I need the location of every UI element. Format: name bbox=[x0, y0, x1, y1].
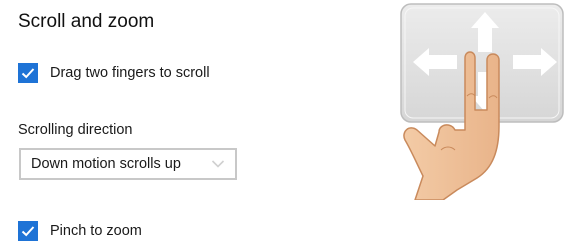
scrolling-direction-label: Scrolling direction bbox=[18, 122, 133, 138]
scroll-checkbox-row[interactable]: Drag two fingers to scroll bbox=[18, 63, 210, 83]
zoom-checkbox[interactable] bbox=[18, 221, 38, 241]
checkmark-icon bbox=[21, 68, 35, 79]
checkmark-icon bbox=[21, 226, 35, 237]
scroll-checkbox[interactable] bbox=[18, 63, 38, 83]
two-finger-touchpad-icon bbox=[400, 3, 564, 200]
scrolling-direction-value: Down motion scrolls up bbox=[31, 156, 181, 172]
zoom-checkbox-row[interactable]: Pinch to zoom bbox=[18, 221, 142, 241]
scroll-checkbox-label: Drag two fingers to scroll bbox=[50, 65, 210, 81]
zoom-checkbox-label: Pinch to zoom bbox=[50, 223, 142, 239]
scrolling-direction-dropdown[interactable]: Down motion scrolls up bbox=[19, 148, 237, 180]
chevron-down-icon bbox=[211, 160, 225, 168]
section-title: Scroll and zoom bbox=[18, 11, 155, 32]
